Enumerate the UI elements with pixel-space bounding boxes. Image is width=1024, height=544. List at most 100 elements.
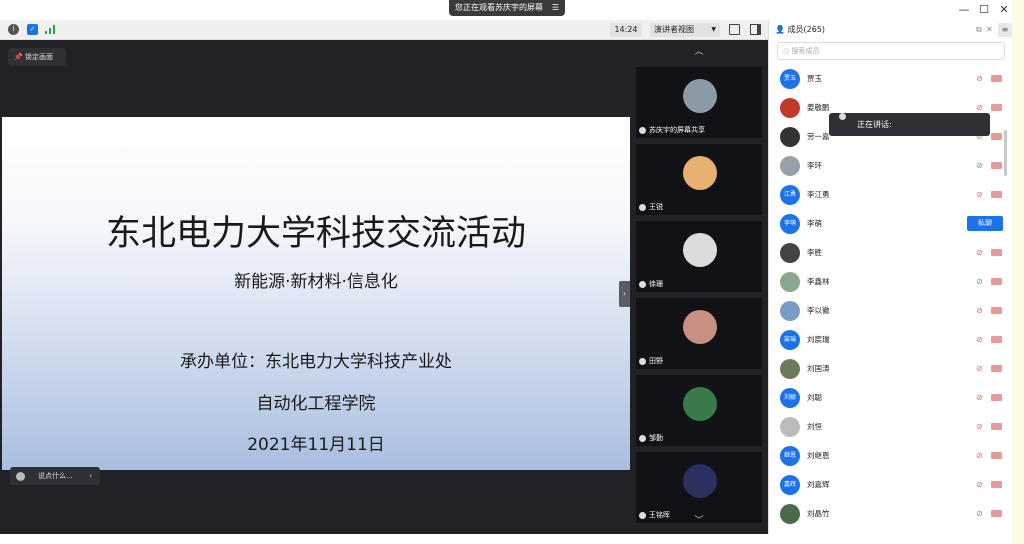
chat-placeholder: 说点什么...: [38, 472, 73, 480]
member-name: 李鑫林: [807, 277, 830, 286]
member-row[interactable]: 李环 ⊘: [769, 151, 1013, 180]
info-icon[interactable]: i: [8, 24, 19, 35]
member-search-input[interactable]: ○ 搜索成员: [777, 42, 1005, 60]
member-row[interactable]: 刘晶竹 ⊘: [769, 499, 1013, 528]
camera-off-icon[interactable]: [991, 278, 1002, 285]
chevron-left-icon[interactable]: ‹: [89, 467, 92, 485]
minimize-button[interactable]: —: [955, 2, 973, 18]
participant-name: 徐珊: [649, 280, 663, 288]
member-name: 刘嘉辉: [807, 480, 830, 489]
private-chat-button[interactable]: 私聊: [967, 216, 1003, 231]
member-panel: 👤 成员(265) ⧉ ✕ ≡ ○ 搜索成员 贾玉 贾玉 ⊘ 姜敬鹏 ⊘ 劳一嘉 ⊘ 李环 ⊘ 江…: [768, 20, 1012, 534]
participant-label: 邹勤: [639, 433, 663, 443]
participant-avatar: [683, 233, 717, 267]
watching-notice-text: 您正在观看苏庆宇的屏幕: [455, 3, 543, 12]
camera-off-icon[interactable]: [991, 510, 1002, 517]
member-row[interactable]: 江勇 李江勇 ⊘: [769, 180, 1013, 209]
watching-notice[interactable]: 您正在观看苏庆宇的屏幕 ☰: [449, 0, 565, 16]
member-row[interactable]: 嘉辉 刘嘉辉 ⊘: [769, 470, 1013, 499]
camera-off-icon[interactable]: [991, 133, 1002, 140]
popout-icon[interactable]: ⧉: [976, 20, 982, 40]
collapse-strip-button[interactable]: ›: [619, 281, 630, 307]
sidebar-toggle-icon[interactable]: [750, 24, 761, 35]
bottom-control-bar: [0, 534, 768, 544]
member-row[interactable]: 李鑫林 ⊘: [769, 267, 1013, 296]
member-name: 李以徽: [807, 306, 830, 315]
shield-icon[interactable]: ✓: [27, 24, 38, 35]
video-thumbnail[interactable]: 邹勤: [636, 375, 762, 446]
signal-icon[interactable]: [45, 25, 55, 34]
speaking-indicator: 正在讲话:: [829, 113, 990, 136]
mic-muted-icon[interactable]: ⊘: [976, 451, 985, 460]
video-thumbnail[interactable]: 王铭晖: [636, 452, 762, 523]
view-mode-label: 演讲者视图: [654, 25, 694, 34]
camera-off-icon[interactable]: [991, 365, 1002, 372]
mic-icon: [839, 113, 846, 120]
camera-off-icon[interactable]: [991, 307, 1002, 314]
mic-muted-icon[interactable]: ⊘: [976, 277, 985, 286]
member-row[interactable]: 宸瑞 刘宸瑞 ⊘: [769, 325, 1013, 354]
member-row[interactable]: 李以徽 ⊘: [769, 296, 1013, 325]
camera-off-icon[interactable]: [991, 104, 1002, 111]
mic-muted-icon[interactable]: ⊘: [976, 248, 985, 257]
emoji-icon[interactable]: [16, 472, 25, 481]
camera-off-icon[interactable]: [991, 75, 1002, 82]
close-button[interactable]: ✕: [995, 2, 1013, 18]
video-thumbnail[interactable]: 苏庆宇的屏幕共享: [636, 67, 762, 138]
meeting-timer: 14:24: [610, 23, 642, 37]
mic-muted-icon[interactable]: ⊘: [976, 306, 985, 315]
maximize-button[interactable]: ☐: [975, 2, 993, 18]
panel-menu-icon[interactable]: ≡: [998, 23, 1012, 37]
mic-muted-icon[interactable]: ⊘: [976, 190, 985, 199]
camera-off-icon[interactable]: [991, 452, 1002, 459]
member-row[interactable]: 贾玉 贾玉 ⊘: [769, 64, 1013, 93]
mic-muted-icon[interactable]: ⊘: [976, 103, 985, 112]
camera-off-icon[interactable]: [991, 249, 1002, 256]
chevron-down-icon[interactable]: ﹀: [636, 514, 762, 528]
member-row[interactable]: 继恩 刘继恩 ⊘: [769, 441, 1013, 470]
member-row[interactable]: 刘国涛 ⊘: [769, 354, 1013, 383]
member-row[interactable]: 李胜 ⊘: [769, 238, 1013, 267]
participant-name: 王锐: [649, 203, 663, 211]
lock-view-button[interactable]: 📌 锁定画面: [8, 48, 66, 66]
camera-off-icon[interactable]: [991, 394, 1002, 401]
menu-icon[interactable]: ☰: [552, 0, 559, 16]
video-thumbnail[interactable]: 王锐: [636, 144, 762, 215]
fullscreen-icon[interactable]: [729, 24, 740, 35]
camera-off-icon[interactable]: [991, 481, 1002, 488]
mic-muted-icon[interactable]: ⊘: [976, 393, 985, 402]
member-name: 刘宸瑞: [807, 335, 830, 344]
member-name: 刘聪: [807, 393, 822, 402]
member-name: 刘晶竹: [807, 509, 830, 518]
chat-input[interactable]: 说点什么... ‹: [10, 467, 100, 485]
view-mode-select[interactable]: 演讲者视图 ▼: [650, 23, 720, 37]
chevron-up-icon[interactable]: ︿: [636, 45, 762, 59]
member-icon: 👤: [775, 25, 785, 34]
camera-off-icon[interactable]: [991, 336, 1002, 343]
mic-muted-icon[interactable]: ⊘: [976, 364, 985, 373]
avatar: 嘉辉: [780, 475, 800, 495]
member-row[interactable]: 刘恒 ⊘: [769, 412, 1013, 441]
mic-muted-icon[interactable]: ⊘: [976, 161, 985, 170]
mic-icon: [639, 203, 646, 211]
member-count: 成员(265): [787, 25, 826, 34]
avatar: 李萌: [780, 214, 800, 234]
mic-muted-icon[interactable]: ⊘: [976, 74, 985, 83]
video-thumbnail[interactable]: 徐珊: [636, 221, 762, 292]
participant-avatar: [683, 387, 717, 421]
camera-off-icon[interactable]: [991, 423, 1002, 430]
camera-off-icon[interactable]: [991, 162, 1002, 169]
participant-avatar: [683, 464, 717, 498]
mic-muted-icon[interactable]: ⊘: [976, 509, 985, 518]
member-name: 刘继恩: [807, 451, 830, 460]
mic-muted-icon[interactable]: ⊘: [976, 480, 985, 489]
member-list-scrollbar[interactable]: [1004, 130, 1007, 176]
video-thumbnail[interactable]: 田野: [636, 298, 762, 369]
member-name: 李环: [807, 161, 822, 170]
avatar: [780, 504, 800, 524]
member-row[interactable]: 刘聪 刘聪 ⊘: [769, 383, 1013, 412]
mic-muted-icon[interactable]: ⊘: [976, 422, 985, 431]
mic-muted-icon[interactable]: ⊘: [976, 335, 985, 344]
close-panel-icon[interactable]: ✕: [986, 20, 993, 40]
camera-off-icon[interactable]: [991, 191, 1002, 198]
